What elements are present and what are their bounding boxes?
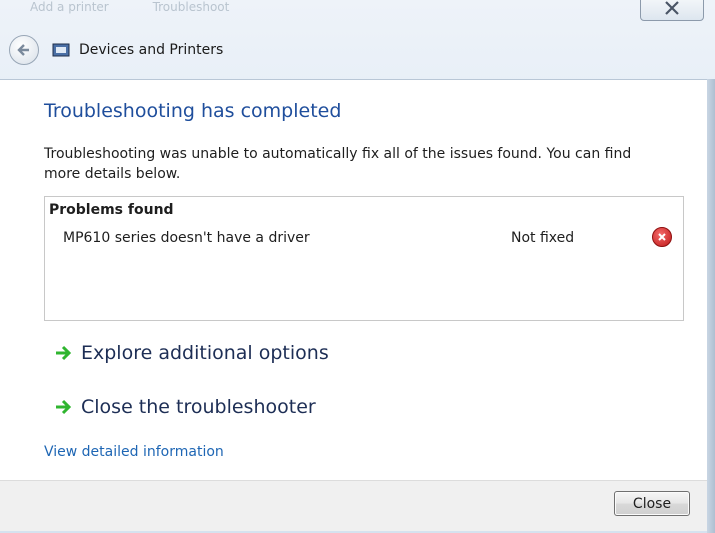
footer-bar: Close (0, 480, 707, 531)
printer-icon (52, 43, 70, 57)
troubleshooter-content: Troubleshooting has completed Troublesho… (0, 79, 707, 481)
close-icon (665, 0, 679, 15)
green-arrow-icon (56, 399, 72, 415)
problems-title: Problems found (49, 202, 174, 218)
window-close-button[interactable] (640, 0, 704, 21)
description-text: Troubleshooting was unable to automatica… (44, 146, 632, 182)
right-border (707, 79, 715, 533)
explore-options-label: Explore additional options (81, 342, 329, 364)
background-toolbar: Add a printer Troubleshoot (30, 0, 350, 22)
page-title: Troubleshooting has completed (44, 100, 342, 122)
close-troubleshooter-link[interactable]: Close the troubleshooter (55, 396, 316, 418)
background-item-add-printer: Add a printer (30, 0, 109, 14)
view-details-link[interactable]: View detailed information (44, 444, 224, 460)
back-arrow-icon (17, 44, 29, 56)
back-button[interactable] (9, 35, 39, 65)
close-troubleshooter-label: Close the troubleshooter (81, 396, 316, 418)
error-icon (652, 227, 672, 247)
problem-name: MP610 series doesn't have a driver (63, 230, 310, 246)
background-item-troubleshoot: Troubleshoot (152, 0, 230, 14)
explore-options-link[interactable]: Explore additional options (55, 342, 329, 364)
problem-status: Not fixed (511, 230, 575, 246)
green-arrow-icon (56, 345, 72, 361)
close-button[interactable]: Close (614, 491, 690, 516)
problems-panel: Problems found MP610 series doesn't have… (44, 196, 684, 321)
window-title: Devices and Printers (79, 42, 224, 58)
